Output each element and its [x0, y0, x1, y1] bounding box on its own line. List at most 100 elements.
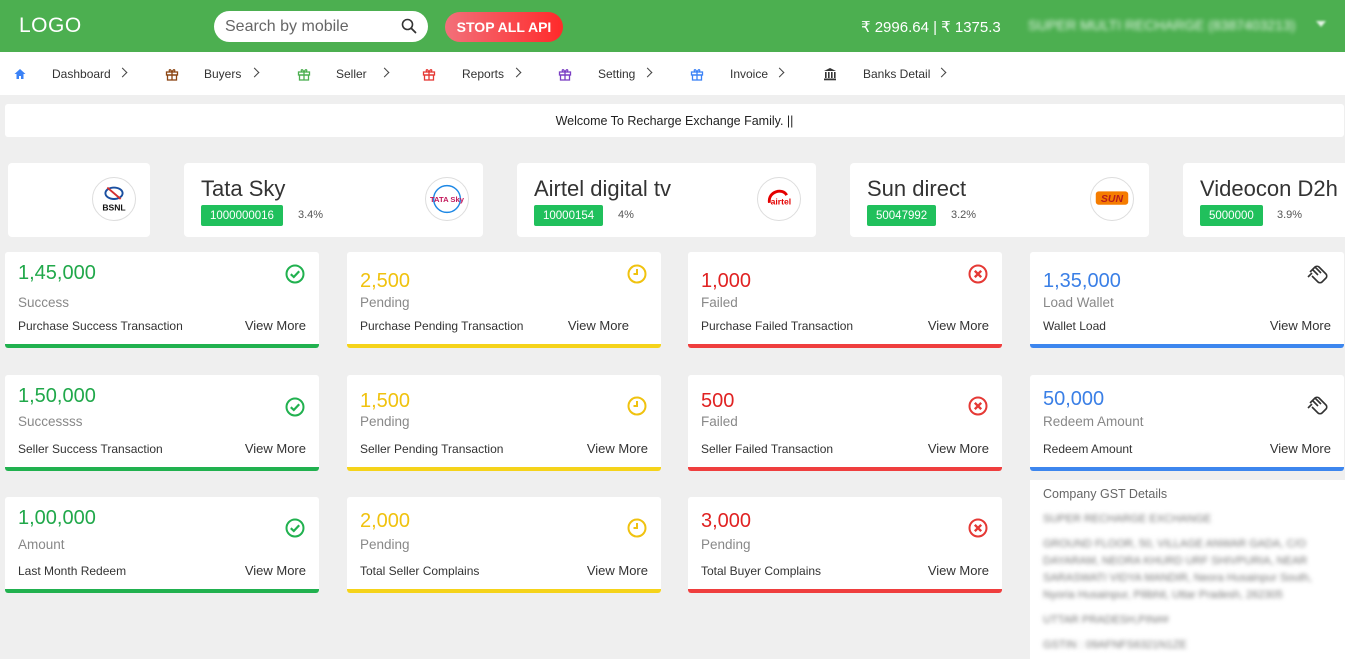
clock-icon [627, 264, 647, 284]
stat-description: Total Seller Complains [360, 564, 480, 578]
stat-value: 2,000 [360, 510, 411, 532]
operator-name: Tata Sky [201, 176, 286, 201]
company-gst-details: Company GST Details SUPER RECHARGE EXCHA… [1030, 480, 1345, 659]
nav-label: Invoice [730, 66, 769, 81]
stat-value: 1,35,000 [1043, 270, 1121, 292]
operator-commission: 4% [618, 209, 634, 221]
gst-number: GSTIN : 09AFNFS6321N1ZE [1043, 639, 1187, 651]
check-circle-icon [285, 264, 305, 284]
operator-commission: 3.4% [298, 209, 324, 221]
stat-description: Seller Failed Transaction [701, 442, 834, 456]
stat-card-seller-complains[interactable]: 2,000 Pending Total Seller Complains Vie… [347, 497, 661, 593]
stat-description: Total Buyer Complains [701, 564, 822, 578]
logo[interactable]: LOGO [19, 14, 82, 38]
chevron-right-icon [936, 67, 947, 78]
view-more-link[interactable]: View More [928, 318, 989, 333]
stat-value: 1,500 [360, 390, 411, 412]
operator-id-badge: 5000000 [1200, 205, 1263, 226]
nav-label: Reports [462, 66, 505, 81]
nav-label: Dashboard [52, 66, 111, 81]
search-input[interactable] [225, 17, 395, 36]
stat-card-last-month-redeem[interactable]: 1,00,000 Amount Last Month Redeem View M… [5, 497, 319, 593]
gst-address-line: SARASWATI VIDYA MANDIR, Neora Husainpur … [1043, 572, 1312, 584]
gst-company-name: SUPER RECHARGE EXCHANGE [1043, 513, 1212, 525]
wallet-balance: ₹ 2996.64 | ₹ 1375.3 [861, 19, 1001, 36]
sun-direct-logo-text: SUN [1101, 193, 1124, 205]
stat-value: 500 [701, 390, 735, 412]
status-bar [688, 589, 1002, 593]
view-more-link[interactable]: View More [1270, 318, 1331, 333]
stat-description: Seller Pending Transaction [360, 442, 504, 456]
stat-value: 50,000 [1043, 388, 1105, 410]
nav-label: Seller [336, 66, 367, 81]
view-more-link[interactable]: View More [568, 318, 629, 333]
operator-card-tata-sky[interactable]: Tata Sky 1000000016 3.4% TATA Sky [184, 163, 483, 237]
view-more-link[interactable]: View More [587, 441, 648, 456]
stat-value: 3,000 [701, 510, 752, 532]
search-box[interactable] [214, 11, 428, 42]
nav-item-seller[interactable]: Seller [297, 52, 397, 95]
x-circle-icon [968, 518, 988, 538]
operator-card-sun-direct[interactable]: Sun direct 50047992 3.2% SUN [850, 163, 1149, 237]
nav-label: Setting [598, 66, 636, 81]
nav-item-banks-detail[interactable]: Banks Detail [823, 52, 953, 95]
user-menu[interactable]: SUPER MULTI RECHARGE (8387403213) [1028, 17, 1295, 33]
operator-card-bsnl[interactable]: BSNL [8, 163, 150, 237]
stat-card-wallet-load[interactable]: 1,35,000 Load Wallet Wallet Load View Mo… [1030, 252, 1344, 348]
stat-card-purchase-failed[interactable]: 1,000 Failed Purchase Failed Transaction… [688, 252, 1002, 348]
stat-value: 1,45,000 [18, 262, 96, 284]
operator-card-videocon[interactable]: Videocon D2h 5000000 3.9% [1183, 163, 1345, 237]
view-more-link[interactable]: View More [245, 563, 306, 578]
airtel-logo: airtel [757, 177, 801, 221]
stat-card-seller-pending[interactable]: 1,500 Pending Seller Pending Transaction… [347, 375, 661, 471]
view-more-link[interactable]: View More [928, 563, 989, 578]
status-bar [1030, 467, 1344, 471]
stat-value: 1,50,000 [18, 385, 96, 407]
nav-item-invoice[interactable]: Invoice [690, 52, 800, 95]
view-more-link[interactable]: View More [928, 441, 989, 456]
stat-card-seller-success[interactable]: 1,50,000 Successss Seller Success Transa… [5, 375, 319, 471]
status-bar [347, 467, 661, 471]
view-more-link[interactable]: View More [245, 441, 306, 456]
stop-all-api-button[interactable]: STOP ALL API [445, 12, 563, 42]
stat-description: Wallet Load [1043, 319, 1106, 333]
view-more-link[interactable]: View More [245, 318, 306, 333]
x-circle-icon [968, 264, 988, 284]
search-icon[interactable] [401, 18, 417, 34]
nav-item-reports[interactable]: Reports [422, 52, 532, 95]
nav-label: Banks Detail [863, 66, 931, 81]
gst-title: Company GST Details [1043, 487, 1168, 501]
chevron-down-icon[interactable] [1316, 21, 1326, 27]
stat-status: Amount [18, 537, 65, 552]
gst-state: UTTAR PRADESH,PIN## [1043, 614, 1169, 626]
stat-card-purchase-success[interactable]: 1,45,000 Success Purchase Success Transa… [5, 252, 319, 348]
nav-item-dashboard[interactable]: Dashboard [13, 52, 133, 95]
nav-item-setting[interactable]: Setting [558, 52, 668, 95]
view-more-link[interactable]: View More [1270, 441, 1331, 456]
stat-card-purchase-pending[interactable]: 2,500 Pending Purchase Pending Transacti… [347, 252, 661, 348]
airtel-logo-icon: airtel [768, 189, 792, 207]
operator-id-badge: 50047992 [867, 205, 937, 226]
tata-sky-logo: TATA Sky [425, 177, 469, 221]
stat-description: Redeem Amount [1043, 442, 1133, 456]
nav-item-buyers[interactable]: Buyers [165, 52, 265, 95]
stat-status: Redeem Amount [1043, 414, 1144, 429]
stat-card-buyer-complains[interactable]: 3,000 Pending Total Buyer Complains View… [688, 497, 1002, 593]
stat-status: Successss [18, 414, 83, 429]
airtel-logo-text: airtel [771, 197, 792, 207]
sun-direct-logo-icon: SUN [1095, 191, 1129, 205]
hand-icon [1307, 396, 1328, 415]
welcome-banner: Welcome To Recharge Exchange Family. || [5, 104, 1344, 137]
status-bar [688, 467, 1002, 471]
stat-card-redeem-amount[interactable]: 50,000 Redeem Amount Redeem Amount View … [1030, 375, 1344, 471]
stat-status: Pending [360, 537, 410, 552]
chevron-right-icon [511, 67, 522, 78]
stat-description: Seller Success Transaction [18, 442, 163, 456]
view-more-link[interactable]: View More [587, 563, 648, 578]
operator-id-badge: 10000154 [534, 205, 604, 226]
gift-icon [297, 68, 311, 81]
stat-value: 1,000 [701, 270, 752, 292]
stat-card-seller-failed[interactable]: 500 Failed Seller Failed Transaction Vie… [688, 375, 1002, 471]
operator-card-airtel[interactable]: Airtel digital tv 10000154 4% airtel [517, 163, 816, 237]
bsnl-logo-icon: BSNL [102, 186, 126, 212]
